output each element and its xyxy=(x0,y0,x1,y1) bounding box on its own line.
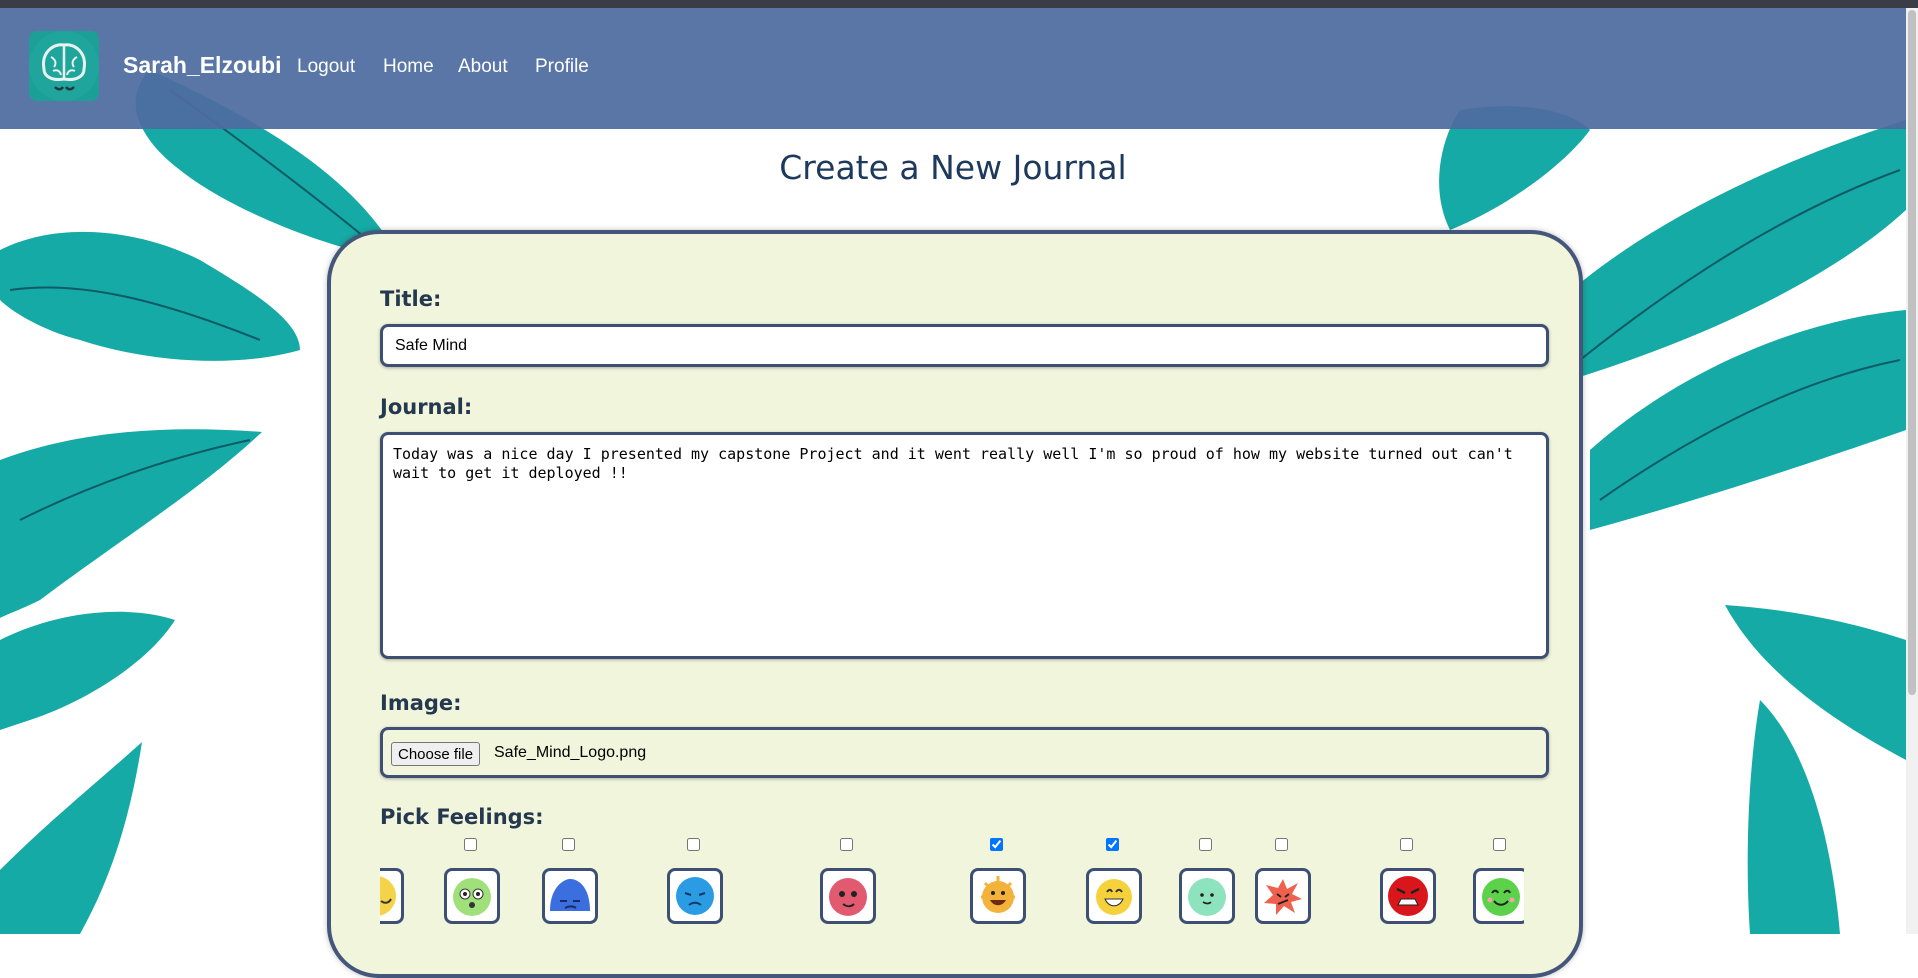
pink-fuzzy-face-icon[interactable] xyxy=(820,868,876,924)
feeling-option xyxy=(1179,838,1235,934)
feeling-checkbox[interactable] xyxy=(1199,838,1212,851)
feeling-option xyxy=(1473,838,1524,934)
blue-sleepy-blob-icon[interactable] xyxy=(542,868,598,924)
feeling-checkbox[interactable] xyxy=(840,838,853,851)
feeling-option xyxy=(1380,838,1436,934)
yellow-sun-smile-icon[interactable] xyxy=(1086,868,1142,924)
image-file-input[interactable]: Choose file Safe_Mind_Logo.png xyxy=(380,727,1549,778)
nav-logout-link[interactable]: Logout xyxy=(297,56,355,78)
feeling-checkbox[interactable] xyxy=(990,838,1003,851)
nav-profile-link[interactable]: Profile xyxy=(535,56,589,78)
image-label: Image: xyxy=(380,691,462,715)
feeling-checkbox[interactable] xyxy=(1275,838,1288,851)
feeling-option xyxy=(542,838,598,934)
username-brand[interactable]: Sarah_Elzoubi xyxy=(123,52,281,79)
red-splat-angry-icon[interactable] xyxy=(1255,868,1311,924)
nav-home-link[interactable]: Home xyxy=(383,56,434,78)
feeling-checkbox[interactable] xyxy=(1400,838,1413,851)
feeling-checkbox[interactable] xyxy=(464,838,477,851)
page-title: Create a New Journal xyxy=(779,148,1127,187)
navbar: Sarah_Elzoubi Logout Home About Profile xyxy=(0,8,1906,129)
nav-about-link[interactable]: About xyxy=(458,56,508,78)
green-dizzy-face-icon[interactable] xyxy=(444,868,500,924)
feeling-option xyxy=(444,838,500,934)
feeling-option xyxy=(667,838,723,934)
page-scrollbar-thumb[interactable] xyxy=(1908,10,1916,695)
red-furious-face-icon[interactable] xyxy=(1380,868,1436,924)
title-input[interactable] xyxy=(380,324,1549,367)
journal-textarea[interactable]: Today was a nice day I presented my caps… xyxy=(380,432,1549,659)
selected-file-name: Safe_Mind_Logo.png xyxy=(494,744,647,761)
feeling-option xyxy=(1255,838,1311,934)
green-happy-face-icon[interactable] xyxy=(1473,868,1524,924)
feelings-picker xyxy=(380,838,1524,934)
feeling-option xyxy=(820,838,876,934)
journal-label: Journal: xyxy=(380,395,473,419)
brain-logo-icon[interactable] xyxy=(29,31,99,101)
feeling-option xyxy=(970,838,1026,934)
feeling-checkbox[interactable] xyxy=(1493,838,1506,851)
blue-worried-face-icon[interactable] xyxy=(667,868,723,924)
feeling-option xyxy=(380,838,404,934)
title-label: Title: xyxy=(380,287,442,311)
feeling-checkbox[interactable] xyxy=(687,838,700,851)
feeling-option xyxy=(1086,838,1142,934)
feelings-label: Pick Feelings: xyxy=(380,805,544,829)
orange-spiky-grin-icon[interactable] xyxy=(970,868,1026,924)
yellow-partial-face-icon[interactable] xyxy=(380,868,404,924)
choose-file-button[interactable]: Choose file xyxy=(391,742,481,766)
mint-calm-face-icon[interactable] xyxy=(1179,868,1235,924)
feeling-checkbox[interactable] xyxy=(562,838,575,851)
feeling-checkbox[interactable] xyxy=(1106,838,1119,851)
